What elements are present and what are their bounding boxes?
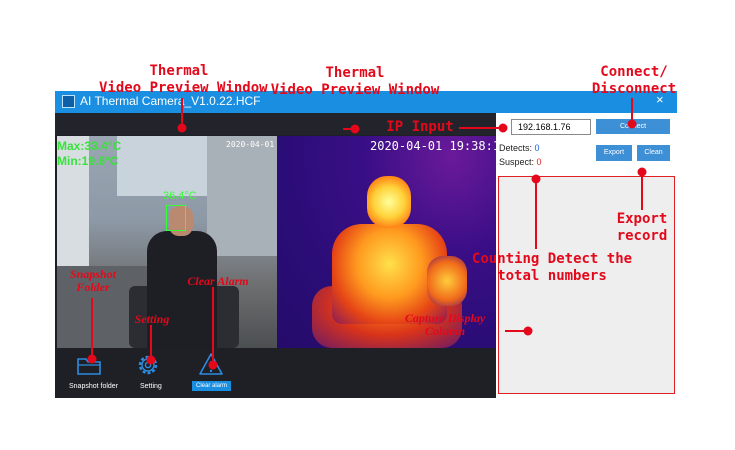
annotation-counting: Counting Detect the total numbers (467, 251, 637, 285)
office-window (117, 136, 207, 196)
app-icon (62, 95, 75, 108)
annotation-setting: Setting (134, 312, 170, 326)
warning-icon[interactable] (198, 352, 224, 376)
annotation-capture-line2: Column (424, 324, 466, 338)
ip-input[interactable]: 192.168.1.76 (511, 119, 591, 135)
thermal-hand (427, 256, 467, 306)
annotation-connect-line1: Connect/ (600, 64, 668, 80)
export-button[interactable]: Export (596, 145, 632, 161)
annotation-connect: Connect/ Disconnect (578, 64, 690, 98)
annotation-counting-line1: Counting Detect the (471, 251, 633, 267)
connect-button[interactable]: Connect (596, 119, 670, 134)
annotation-snapshot-line2: Folder (76, 280, 110, 294)
annotation-thermal-left: Thermal Video Preview Window (99, 63, 268, 97)
max-temp-readout: Max:33.4°C (57, 139, 122, 153)
face-detection-box (166, 205, 186, 231)
gear-icon[interactable] (135, 352, 161, 378)
annotation-connect-line2: Disconnect (591, 81, 677, 97)
thermal-head (367, 176, 411, 228)
annotation-thermal-left-line1: Thermal (149, 63, 209, 79)
suspect-label: Suspect: (499, 157, 535, 167)
annotation-ip-input: IP Input (386, 119, 454, 135)
annotation-clear-alarm: Clear Alarm (187, 274, 249, 288)
thermal-timestamp: 2020-04-01 19:38:14 (370, 139, 508, 153)
suspect-counter: Suspect: 0 (499, 157, 542, 167)
snapshot-folder-button[interactable]: Snapshot folder (69, 383, 118, 390)
annotation-export-line2: record (616, 228, 668, 244)
annotation-thermal-right: Thermal Video Preview Window (258, 65, 452, 99)
capture-display-column[interactable] (498, 176, 675, 394)
detects-counter: Detects: 0 (499, 143, 540, 153)
annotation-snapshot: Snapshot Folder (62, 268, 124, 294)
min-temp-readout: Min:19.6°C (57, 154, 119, 168)
annotation-export-line1: Export (616, 211, 668, 227)
setting-button[interactable]: Setting (140, 383, 162, 390)
annotation-thermal-right-line1: Thermal (325, 65, 385, 81)
annotation-thermal-right-line2: Video Preview Window (270, 82, 440, 98)
clean-button[interactable]: Clean (637, 145, 670, 161)
face-temp-label: 36.4°C (163, 190, 197, 202)
suspect-count: 0 (536, 157, 542, 167)
annotation-counting-line2: total numbers (497, 268, 607, 284)
annotation-capture: Capture Display Column (386, 312, 504, 338)
clear-alarm-button[interactable]: Clear alarm (192, 381, 231, 391)
person-body (147, 231, 217, 348)
office-wall (207, 136, 277, 256)
detects-count: 0 (534, 143, 540, 153)
folder-icon[interactable] (76, 354, 102, 376)
annotation-thermal-left-line2: Video Preview Window (99, 80, 268, 96)
detects-label: Detects: (499, 143, 533, 153)
annotation-export: Export record (602, 211, 682, 245)
